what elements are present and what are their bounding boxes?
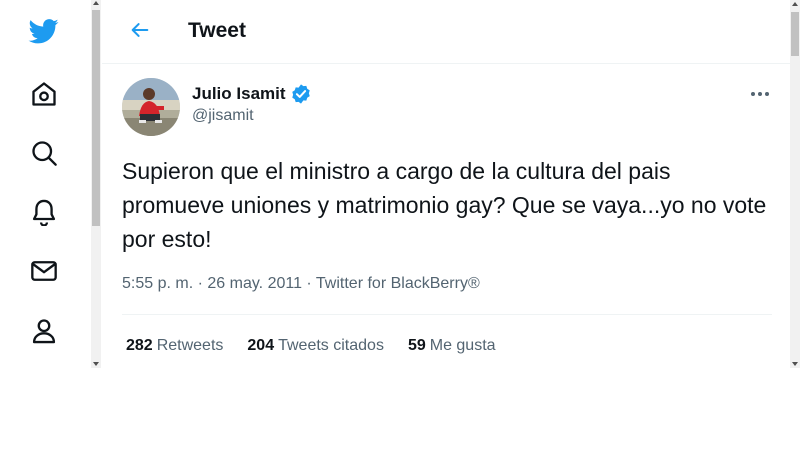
search-icon [30,139,58,167]
browser-viewport: Tweet Julio Isamit @jisamit Supieron que… [0,0,800,368]
tweet-source[interactable]: Twitter for BlackBerry® [316,275,480,292]
verified-badge-icon [290,83,312,110]
scrollbar-thumb[interactable] [92,10,100,226]
tweet-detail-panel: Tweet Julio Isamit @jisamit Supieron que… [102,0,790,368]
page-title: Tweet [188,19,246,42]
sidebar-scrollbar[interactable] [91,0,101,368]
sidebar-item-home[interactable] [26,76,62,112]
tweet-time[interactable]: 5:55 p. m. [122,275,193,292]
author-handle[interactable]: @jisamit [192,107,254,125]
scroll-up-arrow-icon[interactable] [93,1,99,5]
back-button[interactable] [124,16,156,48]
scrollbar-thumb[interactable] [791,12,799,56]
tweet-metadata: 5:55 p. m. · 26 may. 2011 · Twitter for … [122,275,480,293]
sidebar-nav [0,0,90,368]
retweets-count: 282 [126,337,153,354]
quotes-count: 204 [247,337,275,354]
scroll-down-arrow-icon[interactable] [93,362,99,366]
tweet-text: Supieron que el ministro a cargo de la c… [122,158,767,252]
likes-stat[interactable]: 59 Me gusta [408,337,496,355]
scroll-down-arrow-icon[interactable] [792,362,798,366]
page-header: Tweet [102,0,790,64]
sidebar-item-profile[interactable] [26,313,62,349]
more-horizontal-icon [765,92,769,96]
avatar[interactable] [122,78,180,136]
retweets-label: Retweets [156,337,224,354]
more-options-button[interactable] [748,84,772,104]
tweet-date[interactable]: 26 may. 2011 [207,275,302,292]
mail-icon [30,257,58,285]
page-scrollbar[interactable] [790,0,800,368]
meta-separator: · [306,275,312,292]
likes-count: 59 [407,337,426,354]
meta-separator: · [197,275,203,292]
quotes-stat[interactable]: 204 Tweets citados [247,337,384,355]
more-horizontal-icon [751,92,755,96]
sidebar-item-messages[interactable] [26,253,62,289]
sidebar-item-notifications[interactable] [26,194,62,230]
arrow-left-icon [129,19,151,46]
retweets-stat[interactable]: 282 Retweets [126,337,223,355]
author-name[interactable]: Julio Isamit [192,84,286,104]
quotes-label: Tweets citados [278,337,384,354]
divider [122,314,772,315]
home-icon [30,80,58,108]
more-horizontal-icon [758,92,762,96]
scroll-up-arrow-icon[interactable] [792,2,798,6]
tweet-stats: 282 Retweets 204 Tweets citados 59 Me gusta [126,337,496,355]
profile-icon [30,317,58,345]
likes-label: Me gusta [429,337,496,354]
sidebar-item-explore[interactable] [26,135,62,171]
bell-icon [30,198,58,226]
twitter-logo-icon[interactable] [26,13,62,49]
